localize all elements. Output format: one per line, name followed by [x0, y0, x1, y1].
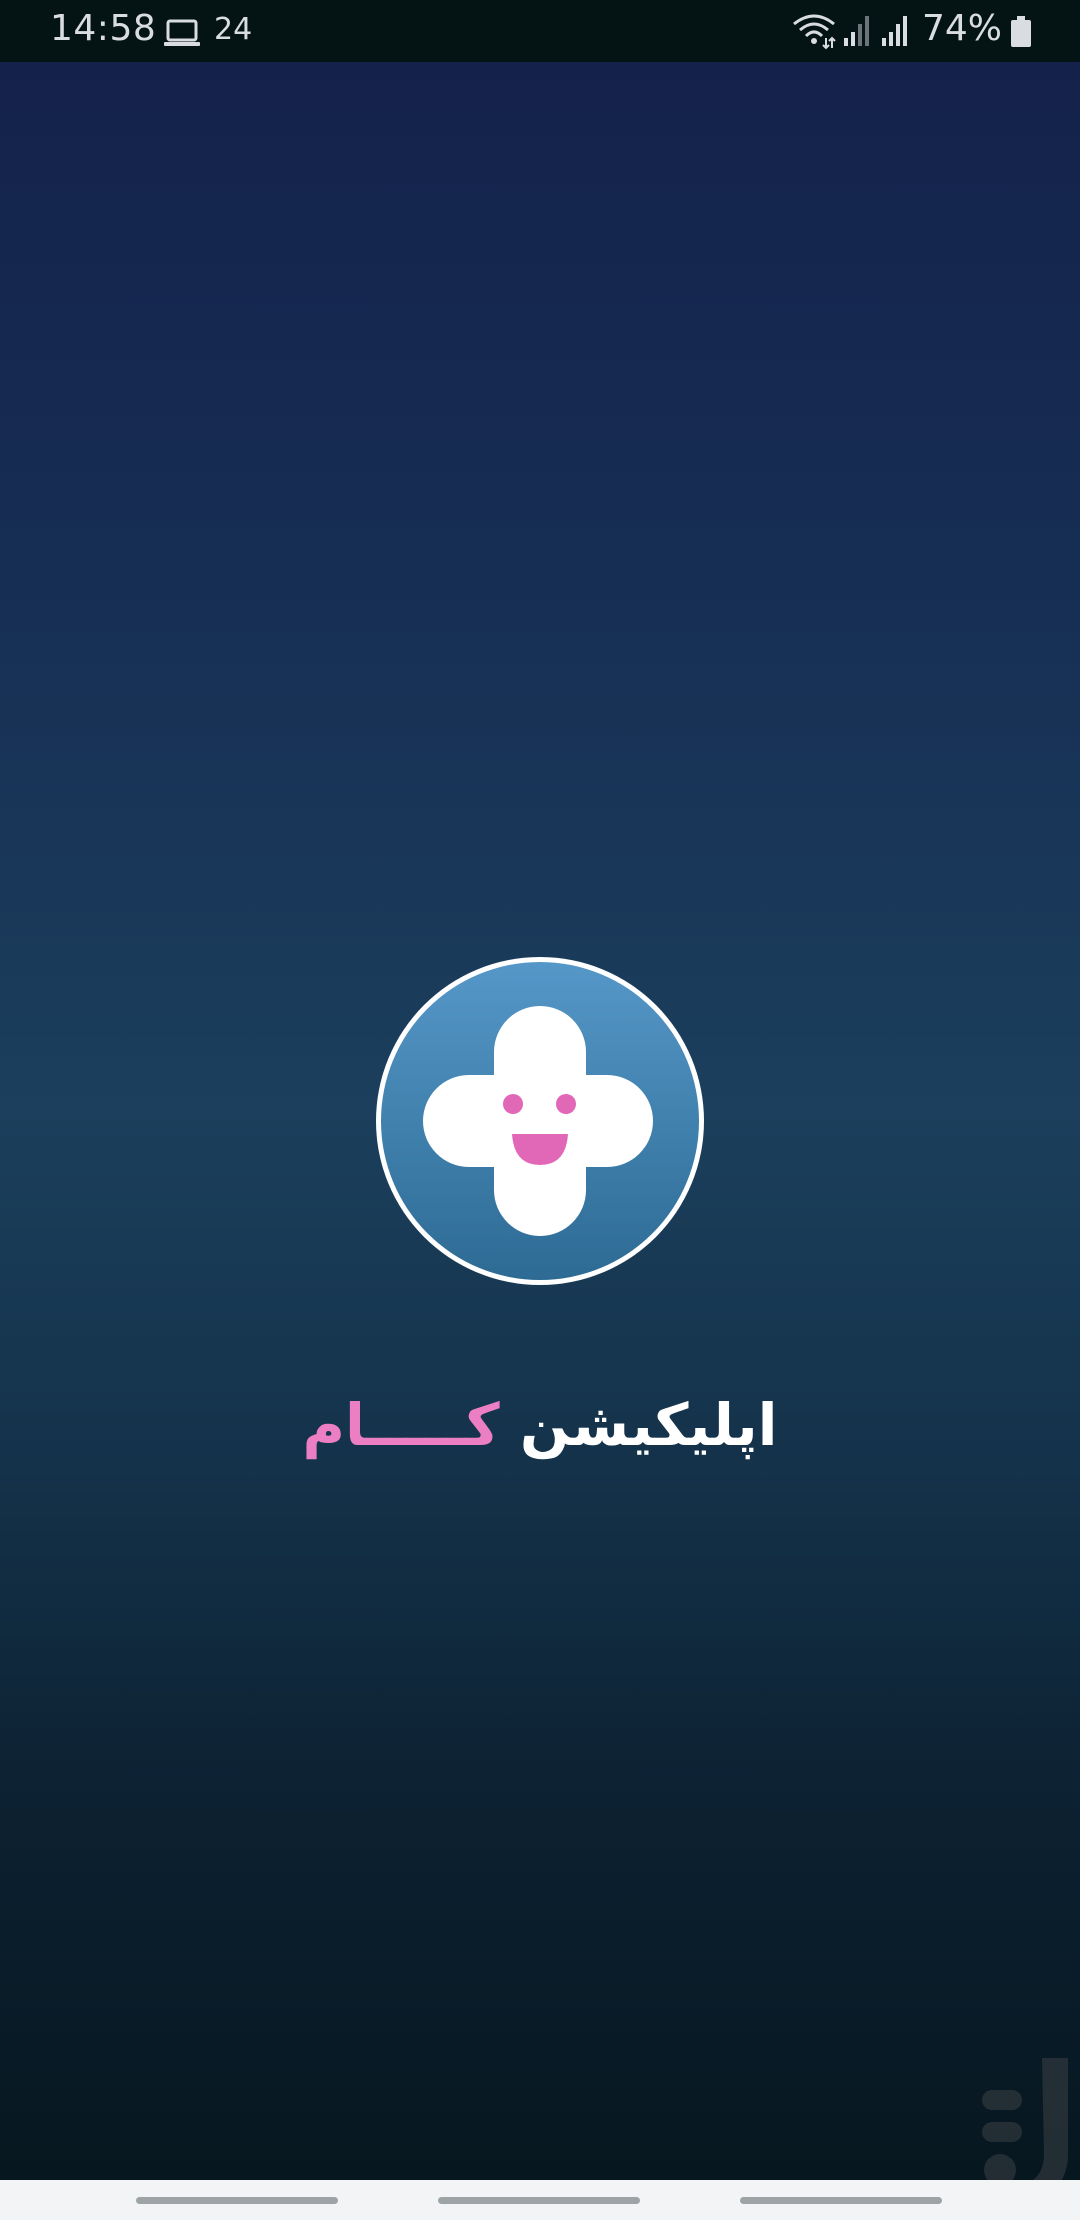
back-handle[interactable]	[740, 2197, 942, 2204]
app-name-part1: اپلیکیشن	[519, 1391, 778, 1459]
signal-icon	[882, 16, 907, 46]
home-handle[interactable]	[438, 2197, 640, 2204]
status-time: 14:58	[50, 8, 157, 49]
navigation-bar	[0, 2180, 1080, 2220]
signal-icon	[844, 16, 869, 46]
app-name: اپلیکیشن کـــــام	[0, 1380, 1080, 1470]
recent-apps-handle[interactable]	[136, 2197, 338, 2204]
splash-screen: 14:58 24 74% اپلیکیشن کـــــام	[0, 0, 1080, 2220]
battery-percent: 74%	[922, 8, 1003, 49]
app-name-part2: کـــــام	[302, 1391, 500, 1459]
plus-smiley-logo-icon	[376, 957, 704, 1285]
wifi-icon	[793, 14, 836, 50]
status-bar: 14:58 24 74%	[0, 0, 1080, 62]
battery-icon	[1011, 16, 1031, 47]
notification-count: 24	[214, 12, 253, 47]
laptop-icon	[164, 19, 200, 46]
